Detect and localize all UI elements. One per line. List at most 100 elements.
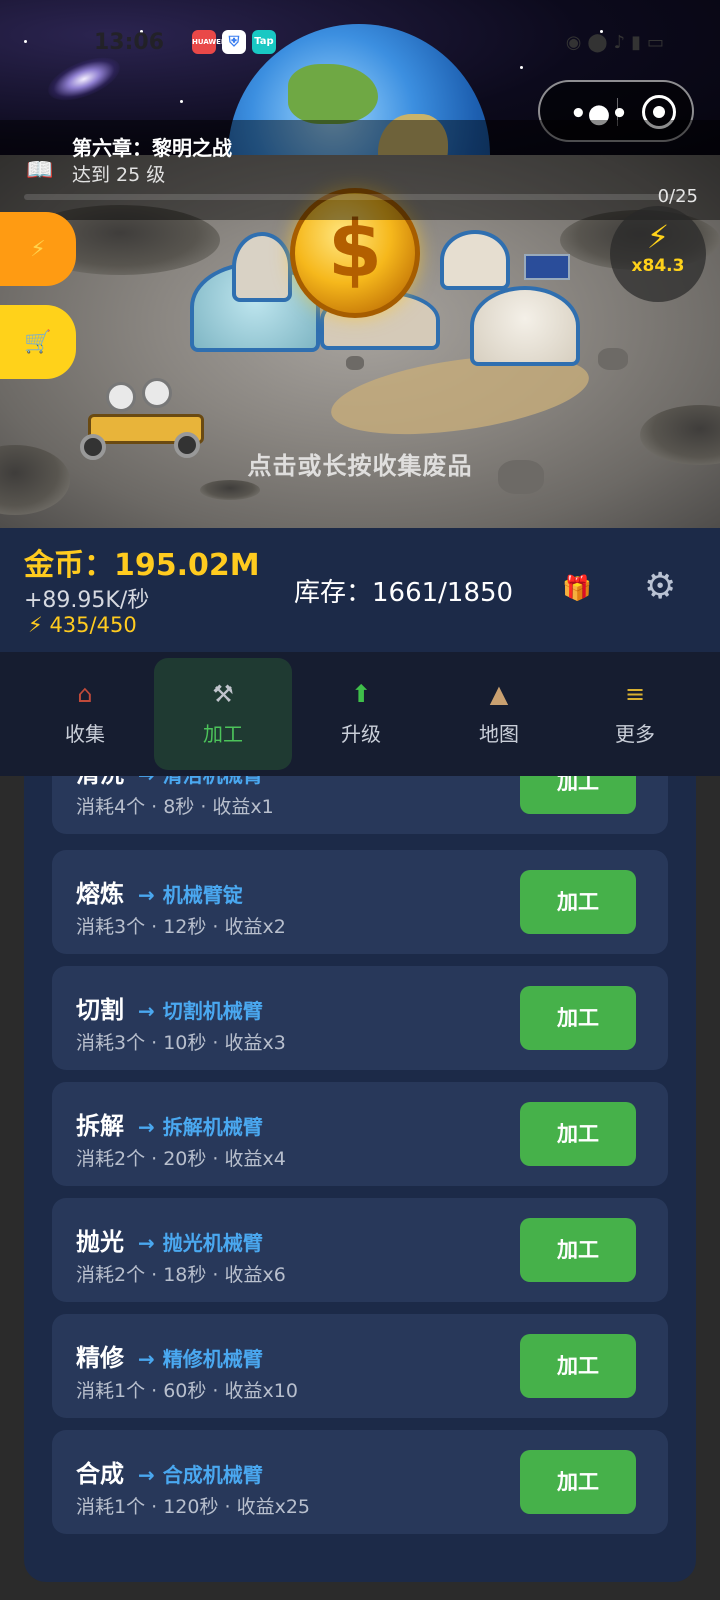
recipe-name: 清洗 bbox=[76, 776, 124, 788]
recipe-meta: 消耗1个 · 120秒 · 收益x25 bbox=[76, 1496, 311, 1518]
taptap-app-icon: Tap bbox=[252, 30, 276, 54]
tab-label: 加工 bbox=[203, 722, 243, 746]
recipe-product: 切割机械臂 bbox=[162, 999, 263, 1023]
recipe-meta: 消耗4个 · 8秒 · 收益x1 bbox=[76, 796, 274, 818]
recipe-product: 拆解机械臂 bbox=[162, 1115, 263, 1139]
recipe-name: 精修 bbox=[76, 1344, 124, 1372]
arrow-right-icon: → bbox=[138, 1463, 155, 1487]
recipe-title: 精修 → 精修机械臂 bbox=[76, 1338, 263, 1373]
arrow-right-icon: → bbox=[138, 776, 155, 787]
up-arrow-icon: ⬆ bbox=[350, 680, 372, 708]
income-rate: +89.95K/秒 bbox=[24, 588, 150, 613]
recipe-product: 清洁机械臂 bbox=[163, 776, 263, 787]
recipe-meta: 消耗1个 · 60秒 · 收益x10 bbox=[76, 1380, 298, 1402]
rock bbox=[598, 348, 628, 370]
tab-label: 收集 bbox=[65, 722, 105, 746]
status-icons: ◉⬤♪▮▭ bbox=[566, 32, 670, 53]
status-bar: 13:06 HUAWEI ⛨ Tap ◉⬤♪▮▭ bbox=[0, 26, 720, 66]
energy-display: ⚡ 435/450 bbox=[28, 613, 137, 637]
recipe-name: 切割 bbox=[76, 996, 124, 1024]
solar-panel bbox=[524, 254, 570, 280]
gift-icon[interactable]: 🎁 bbox=[562, 574, 592, 602]
hammer-icon: ⚒ bbox=[212, 680, 234, 708]
process-button[interactable]: 加工 bbox=[520, 870, 636, 934]
arrow-right-icon: → bbox=[138, 883, 155, 907]
multiplier-badge[interactable]: ⚡ x84.3 bbox=[610, 206, 706, 302]
base-module bbox=[440, 230, 510, 290]
cart-button[interactable]: 🛒 bbox=[0, 305, 76, 379]
location-icon: ⬤ bbox=[587, 32, 614, 53]
tab-map[interactable]: ▲ 地图 bbox=[430, 658, 568, 770]
recipe-meta: 消耗3个 · 10秒 · 收益x3 bbox=[76, 1032, 286, 1054]
eye-icon: ◉ bbox=[565, 32, 588, 53]
arrow-right-icon: → bbox=[138, 1115, 155, 1139]
huawei-app-icon: HUAWEI bbox=[192, 30, 224, 54]
mute-icon: ♪ bbox=[613, 32, 632, 53]
habitat-dome bbox=[470, 286, 580, 366]
quest-progress-bar bbox=[24, 194, 688, 200]
arrow-right-icon: → bbox=[138, 1231, 155, 1255]
map-icon: ▲ bbox=[489, 680, 509, 708]
crater bbox=[200, 480, 260, 500]
tab-label: 升级 bbox=[341, 722, 381, 746]
collect-hint: 点击或长按收集废品 bbox=[247, 452, 473, 480]
energy-value: 435/450 bbox=[49, 613, 137, 637]
lightning-icon: ⚡ bbox=[28, 613, 43, 637]
recipe-title: 合成 → 合成机械臂 bbox=[76, 1454, 263, 1489]
recipe-card: 抛光 → 抛光机械臂 消耗2个 · 18秒 · 收益x6 加工 bbox=[52, 1198, 668, 1302]
lightning-icon: ⚡ bbox=[646, 218, 670, 256]
resource-bar: 金币：195.02M +89.95K/秒 ⚡ 435/450 库存：1661/1… bbox=[0, 528, 720, 652]
quest-progress-text: 0/25 bbox=[657, 186, 698, 207]
recipe-meta: 消耗3个 · 12秒 · 收益x2 bbox=[76, 916, 286, 938]
barn-icon: ⌂ bbox=[77, 680, 93, 708]
inventory-display: 库存：1661/1850 bbox=[294, 578, 514, 608]
star bbox=[180, 100, 183, 103]
book-icon: 📖 bbox=[26, 158, 54, 183]
tab-more[interactable]: ≡ 更多 bbox=[566, 658, 704, 770]
recipe-meta: 消耗2个 · 18秒 · 收益x6 bbox=[76, 1264, 286, 1286]
tab-label: 更多 bbox=[615, 722, 655, 746]
process-button[interactable]: 加工 bbox=[520, 986, 636, 1050]
lightning-icon: ⚡ bbox=[30, 236, 46, 262]
process-button[interactable]: 加工 bbox=[520, 1102, 636, 1166]
recipe-name: 熔炼 bbox=[76, 880, 124, 908]
process-button[interactable]: 加工 bbox=[520, 1450, 636, 1514]
recipe-card: 精修 → 精修机械臂 消耗1个 · 60秒 · 收益x10 加工 bbox=[52, 1314, 668, 1418]
recipe-title: 拆解 → 拆解机械臂 bbox=[76, 1106, 263, 1141]
recipe-product: 合成机械臂 bbox=[162, 1463, 263, 1487]
process-panel-area: 清洗 → 清洁机械臂 消耗4个 · 8秒 · 收益x1 加工 熔炼 → 机械臂锭 消耗3… bbox=[0, 776, 720, 1600]
recipe-title: 熔炼 → 机械臂锭 bbox=[76, 874, 243, 909]
recipe-product: 机械臂锭 bbox=[162, 883, 243, 907]
boost-button[interactable]: ⚡ bbox=[0, 212, 76, 286]
multiplier-value: x84.3 bbox=[631, 256, 685, 276]
recipe-name: 拆解 bbox=[76, 1112, 124, 1140]
recipe-card: 熔炼 → 机械臂锭 消耗3个 · 12秒 · 收益x2 加工 bbox=[52, 850, 668, 954]
tab-process[interactable]: ⚒ 加工 bbox=[154, 658, 292, 770]
arrow-right-icon: → bbox=[138, 1347, 155, 1371]
menu-icon: ≡ bbox=[624, 680, 646, 708]
signal-icon: ▮ bbox=[631, 32, 647, 53]
tab-label: 地图 bbox=[479, 722, 519, 746]
recipe-card: 拆解 → 拆解机械臂 消耗2个 · 20秒 · 收益x4 加工 bbox=[52, 1082, 668, 1186]
arrow-right-icon: → bbox=[138, 999, 155, 1023]
recipe-name: 抛光 bbox=[76, 1228, 124, 1256]
process-button[interactable]: 加工 bbox=[520, 1334, 636, 1398]
recipe-product: 抛光机械臂 bbox=[162, 1231, 263, 1255]
gear-icon[interactable]: ⚙ bbox=[644, 566, 676, 607]
rock bbox=[346, 356, 364, 370]
status-time: 13:06 bbox=[94, 30, 165, 55]
battery-icon: ▭ bbox=[646, 32, 670, 53]
recipe-product: 精修机械臂 bbox=[162, 1347, 263, 1371]
tab-upgrade[interactable]: ⬆ 升级 bbox=[292, 658, 430, 770]
recipe-meta: 消耗2个 · 20秒 · 收益x4 bbox=[76, 1148, 286, 1170]
recipe-list[interactable]: 清洗 → 清洁机械臂 消耗4个 · 8秒 · 收益x1 加工 熔炼 → 机械臂锭 消耗3… bbox=[24, 776, 696, 1582]
recipe-title: 抛光 → 抛光机械臂 bbox=[76, 1222, 263, 1257]
tab-collect[interactable]: ⌂ 收集 bbox=[16, 658, 154, 770]
process-button[interactable]: 加工 bbox=[520, 1218, 636, 1282]
gold-amount: 金币：195.02M bbox=[24, 548, 260, 583]
quest-description: 达到 25 级 bbox=[72, 164, 166, 186]
process-button[interactable]: 加工 bbox=[520, 776, 636, 814]
cart-icon: 🛒 bbox=[24, 329, 52, 355]
quest-banner[interactable]: 📖 第六章：黎明之战 达到 25 级 0/25 bbox=[0, 120, 720, 220]
recipe-card: 合成 → 合成机械臂 消耗1个 · 120秒 · 收益x25 加工 bbox=[52, 1430, 668, 1534]
